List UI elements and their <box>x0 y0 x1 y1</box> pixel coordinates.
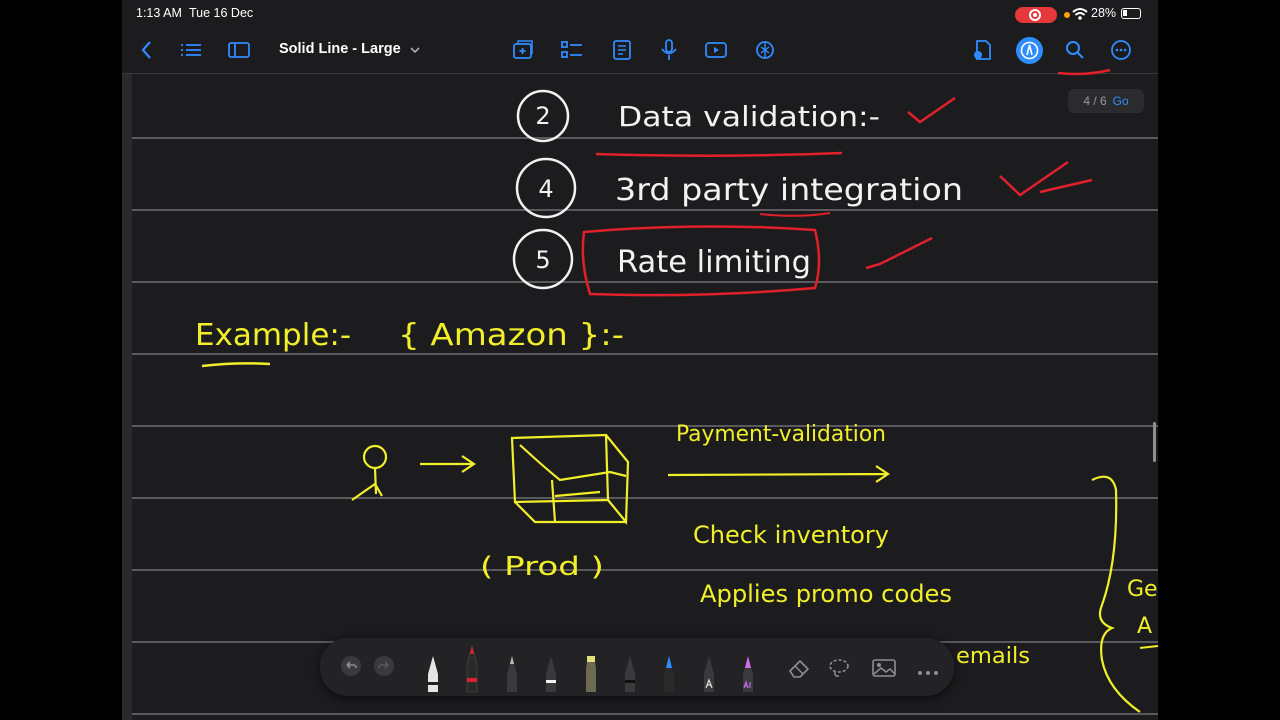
marker-dark-icon[interactable] <box>621 654 639 699</box>
handwriting-ink-layer: 2 Data validation:- 4 3rd party integrat… <box>195 68 1159 713</box>
pen-palette <box>320 638 954 696</box>
payment-arrow <box>667 465 890 483</box>
pencil-gray-icon[interactable] <box>503 654 521 699</box>
undo-icon[interactable] <box>340 655 362 682</box>
red-checkmark <box>865 236 933 270</box>
red-checkmark <box>999 160 1093 197</box>
eraser-icon[interactable] <box>787 657 811 684</box>
item2-text: Data validation:- <box>618 100 880 133</box>
fountain-pen-white-icon[interactable] <box>424 654 442 699</box>
highlighter-icon[interactable] <box>582 654 600 699</box>
item5-number: 5 <box>535 246 550 274</box>
payment-validation: Payment-validation <box>676 422 886 447</box>
palette-more-icon[interactable] <box>917 664 939 682</box>
user-figure <box>362 444 388 470</box>
right-partial-text: A <box>1137 614 1152 639</box>
check-inventory: Check inventory <box>693 521 889 549</box>
example-value: { Amazon }:- <box>398 318 624 353</box>
ai-pen-icon[interactable] <box>739 654 757 699</box>
prod-label: ( Prod ) <box>480 552 604 582</box>
text-tool-icon[interactable] <box>700 654 718 699</box>
item4-text: 3rd party integration <box>615 173 963 208</box>
red-pen-icon[interactable] <box>463 644 481 699</box>
red-checkmark <box>907 96 956 124</box>
item5-text: Rate limiting <box>617 245 811 280</box>
lasso-icon[interactable] <box>827 657 851 684</box>
applies-promo-codes: Applies promo codes <box>700 580 952 608</box>
image-insert-icon[interactable] <box>871 657 897 684</box>
redo-icon[interactable] <box>373 655 395 682</box>
item2-number: 2 <box>535 102 550 130</box>
right-partial-text: Ge <box>1127 577 1158 602</box>
arrow-to-server <box>420 455 476 473</box>
vertical-scrollbar[interactable] <box>1153 422 1156 462</box>
item4-number: 4 <box>538 175 553 203</box>
server-box <box>510 433 630 525</box>
ballpoint-pen-icon[interactable] <box>542 654 560 699</box>
blue-pen-icon[interactable] <box>660 654 678 699</box>
emails-text: emails <box>956 644 1030 669</box>
example-label: Example:- <box>195 318 351 353</box>
